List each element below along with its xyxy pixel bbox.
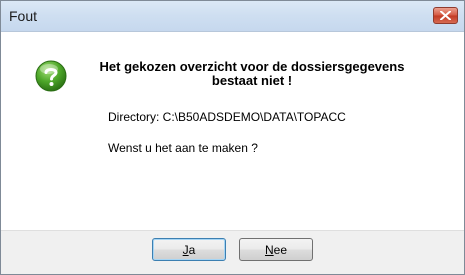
window-title: Fout [9,8,38,24]
close-x-icon [440,11,451,20]
error-dialog: Fout Het gekozen overzicht voor de dossi… [0,0,465,275]
yes-button-label: Ja [182,242,196,257]
no-button-label: Nee [264,242,288,257]
question-icon [35,60,67,92]
title-bar[interactable]: Fout [1,1,464,32]
button-bar: Ja Nee [1,230,464,274]
no-button[interactable]: Nee [239,238,313,261]
question-text: Wenst u het aan te maken ? [108,141,258,155]
directory-text: Directory: C:\B50ADSDEMO\DATA\TOPACC [108,110,346,124]
message-heading: Het gekozen overzicht voor de dossiersge… [99,59,405,88]
message-area: Het gekozen overzicht voor de dossiersge… [1,32,464,232]
close-button[interactable] [433,7,458,24]
yes-button[interactable]: Ja [152,238,226,261]
